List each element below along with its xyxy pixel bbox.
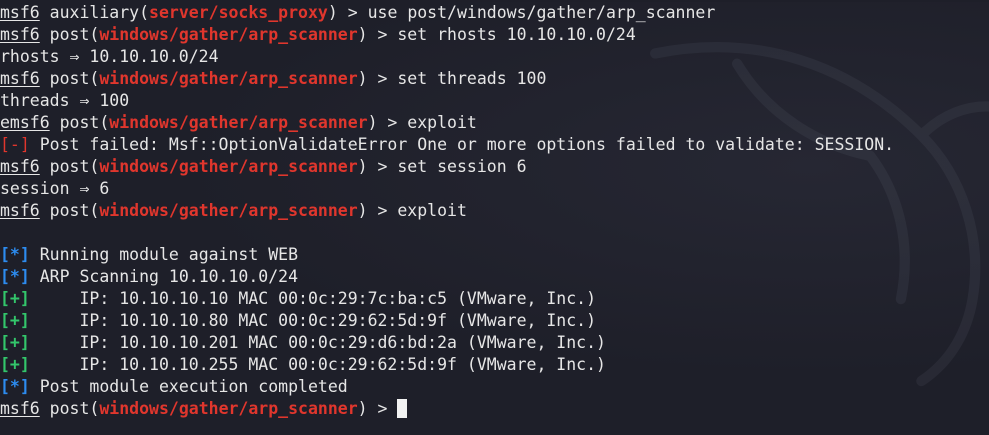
host-result: IP: 10.10.10.10 MAC 00:0c:29:7c:ba:c5 (V… (29, 289, 597, 308)
command-text: ) > exploit (357, 201, 467, 220)
module-name: windows/gather/arp_scanner (99, 25, 358, 44)
command-text: ) > set threads 100 (357, 69, 547, 88)
success-line: [+] IP: 10.10.10.255 MAC 00:0c:29:62:5d:… (0, 354, 989, 376)
command-text: ) > set rhosts 10.10.10.0/24 (357, 25, 636, 44)
info-line: [*] ARP Scanning 10.10.10.0/24 (0, 266, 989, 288)
prompt-label: emsf6 (0, 113, 50, 132)
prompt-line: msf6 post(windows/gather/arp_scanner) > … (0, 156, 989, 178)
terminal-window[interactable]: msf6 auxiliary(server/socks_proxy) > use… (0, 2, 989, 435)
command-prefix: post( (39, 25, 100, 44)
prompt-label: msf6 (0, 399, 40, 418)
output-line: rhosts ⇒ 10.10.10.0/24 (0, 47, 219, 66)
prompt-line: msf6 post(windows/gather/arp_scanner) > … (0, 200, 989, 222)
info-text: ARP Scanning 10.10.10.0/24 (29, 267, 299, 286)
success-marker: [+] (0, 311, 30, 330)
info-line: [*] Running module against WEB (0, 244, 989, 266)
active-prompt-line[interactable]: msf6 post(windows/gather/arp_scanner) > (0, 398, 989, 420)
output-line: threads ⇒ 100 (0, 91, 130, 110)
prompt-label: msf6 (0, 3, 40, 22)
success-line: [+] IP: 10.10.10.10 MAC 00:0c:29:7c:ba:c… (0, 288, 989, 310)
prompt-line: emsf6 post(windows/gather/arp_scanner) >… (0, 112, 989, 134)
host-result: IP: 10.10.10.255 MAC 00:0c:29:62:5d:9f (… (29, 355, 606, 374)
success-line: [+] IP: 10.10.10.80 MAC 00:0c:29:62:5d:9… (0, 310, 989, 332)
module-name: server/socks_proxy (149, 3, 328, 22)
prompt-label: msf6 (0, 157, 40, 176)
command-text: ) > use post/windows/gather/arp_scanner (327, 3, 716, 22)
info-text: Post module execution completed (29, 377, 348, 396)
command-prefix: auxiliary( (39, 3, 150, 22)
command-prefix: post( (39, 201, 100, 220)
command-text: ) > (357, 399, 398, 418)
error-line: [-] Post failed: Msf::OptionValidateErro… (0, 134, 989, 156)
command-prefix: post( (39, 399, 100, 418)
module-name: windows/gather/arp_scanner (109, 113, 368, 132)
info-text: Running module against WEB (29, 245, 299, 264)
command-text: ) > exploit (367, 113, 477, 132)
prompt-label: msf6 (0, 201, 40, 220)
prompt-label: msf6 (0, 69, 40, 88)
command-prefix: post( (39, 157, 100, 176)
prompt-line: msf6 post(windows/gather/arp_scanner) > … (0, 68, 989, 90)
prompt-label: msf6 (0, 25, 40, 44)
module-name: windows/gather/arp_scanner (99, 157, 358, 176)
module-name: windows/gather/arp_scanner (99, 399, 358, 418)
output-line: session ⇒ 6 (0, 179, 110, 198)
success-line: [+] IP: 10.10.10.201 MAC 00:0c:29:d6:bd:… (0, 332, 989, 354)
info-marker: [*] (0, 267, 30, 286)
module-name: windows/gather/arp_scanner (99, 69, 358, 88)
success-marker: [+] (0, 355, 30, 374)
success-marker: [+] (0, 333, 30, 352)
command-prefix: post( (39, 69, 100, 88)
host-result: IP: 10.10.10.201 MAC 00:0c:29:d6:bd:2a (… (29, 333, 606, 352)
error-marker: [-] (0, 135, 30, 154)
command-text: ) > set session 6 (357, 157, 527, 176)
prompt-line: msf6 auxiliary(server/socks_proxy) > use… (0, 2, 989, 24)
info-marker: [*] (0, 245, 30, 264)
block-cursor-icon[interactable] (397, 399, 408, 418)
host-result: IP: 10.10.10.80 MAC 00:0c:29:62:5d:9f (V… (29, 311, 597, 330)
info-marker: [*] (0, 377, 30, 396)
module-name: windows/gather/arp_scanner (99, 201, 358, 220)
success-marker: [+] (0, 289, 30, 308)
command-prefix: post( (49, 113, 110, 132)
info-line: [*] Post module execution completed (0, 376, 989, 398)
error-text: Post failed: Msf::OptionValidateError On… (29, 135, 895, 154)
prompt-line: msf6 post(windows/gather/arp_scanner) > … (0, 24, 989, 46)
